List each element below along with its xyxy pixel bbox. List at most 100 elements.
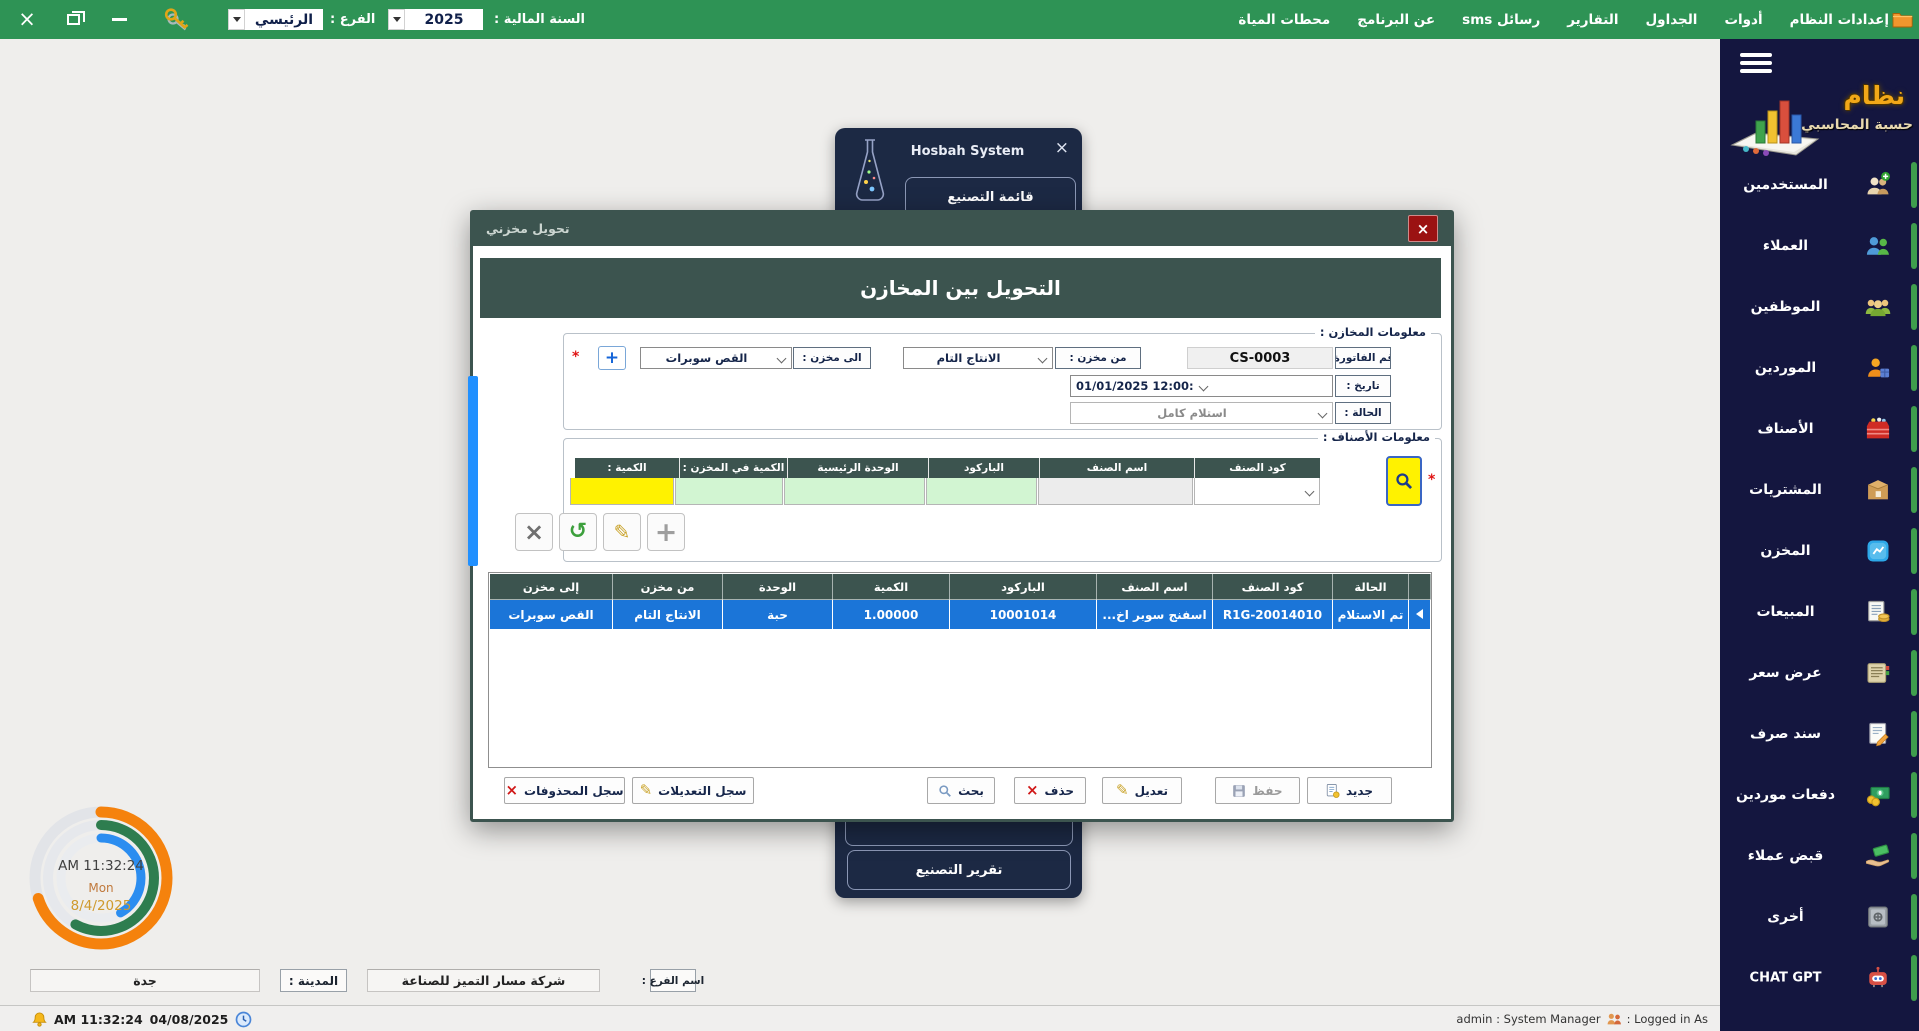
undo-entry-button[interactable]: ↺ [559,513,597,551]
sidebar-item-employees[interactable]: الموظفين [1720,279,1919,335]
item-code-combobox[interactable] [1194,478,1320,505]
sidebar-item-users[interactable]: المستخدمين [1720,157,1919,213]
hamburger-menu-icon[interactable] [1740,49,1772,77]
active-indicator [1911,406,1917,452]
flask-icon [845,134,895,212]
grid-header-barcode[interactable]: الباركود [950,574,1097,600]
date-picker[interactable]: 01/01/2025 12:00: [1070,375,1333,397]
chevron-down-icon [777,353,787,363]
new-document-icon [1326,783,1340,799]
main-menu: إعدادات النظام أدوات الجداول التقارير رس… [1238,0,1889,39]
fiscal-year-label: السنة المالية : [494,0,585,39]
add-entry-button[interactable]: + [647,513,685,551]
new-button[interactable]: جديد [1307,777,1392,804]
entry-header-barcode: الباركود [928,458,1039,478]
branch-input[interactable]: الرئيسي [245,9,323,30]
manufacturing-report-button[interactable]: تقرير التصنيع [847,850,1071,890]
sidebar-item-suppliers[interactable]: الموردين [1720,340,1919,396]
sidebar-item-warehouse[interactable]: المخزن [1720,523,1919,579]
entry-header-stock-qty: الكمية في المخزن : [679,458,787,478]
edits-log-button[interactable]: ✎ سجل التعديلات [632,777,754,804]
item-search-button[interactable] [1386,456,1422,506]
menu-item-reports[interactable]: التقارير [1567,12,1618,28]
chevron-down-icon [1198,381,1208,391]
window-close-button[interactable]: × [10,0,44,39]
year-dropdown-button[interactable] [388,9,405,30]
grid-header-to-warehouse[interactable]: إلى مخزن [490,574,613,600]
clock-icon [235,1011,252,1028]
clock-time: AM 11:32:24 [22,858,180,874]
menu-item-system-settings[interactable]: إعدادات النظام [1790,12,1889,28]
clock-date: 8/4/2025 [22,898,180,914]
sidebar-item-payment-voucher[interactable]: سند صرف [1720,706,1919,762]
barcode-field[interactable] [926,478,1037,505]
add-warehouse-button[interactable]: + [598,346,626,370]
sidebar-item-clients[interactable]: العملاء [1720,218,1919,274]
item-name-field [1038,478,1193,505]
clock-day: Mon [22,881,180,895]
grid-header-from-warehouse[interactable]: من مخزن [613,574,723,600]
state-select[interactable]: استلام كامل [1070,402,1333,424]
window-restore-button[interactable] [56,0,90,39]
window-minimize-button[interactable] [102,0,136,39]
fiscal-year-input[interactable]: 2025 [405,9,483,30]
hosbah-close-button[interactable]: × [1055,138,1069,158]
entry-header-qty: الكمية : [575,458,679,478]
dropdown-arrow-icon [233,17,241,22]
dialog-close-button[interactable]: × [1408,215,1438,242]
sidebar-item-purchases[interactable]: المشتريات [1720,462,1919,518]
menu-item-water-stations[interactable]: محطات المياة [1238,12,1330,28]
main-unit-field[interactable] [784,478,925,505]
grid-selected-row[interactable]: تم الاستلام R1G-20014010 اسفنج سوبر اخ..… [490,600,1431,630]
items-crate-icon [1864,415,1892,443]
search-button[interactable]: بحث [927,777,995,804]
row-selector-cell [1409,600,1431,630]
sidebar-item-supplier-payments[interactable]: دفعات موردين [1720,767,1919,823]
grid-header-item-name[interactable]: اسم الصنف [1097,574,1213,600]
grid-header-unit[interactable]: الوحدة [723,574,833,600]
menu-item-sms[interactable]: رسائل sms [1462,12,1540,28]
suppliers-icon [1864,354,1892,382]
menu-item-tables[interactable]: الجداول [1645,12,1697,28]
restore-icon [67,14,80,25]
branch-dropdown-button[interactable] [228,9,245,30]
chevron-down-icon [1305,486,1315,496]
deleted-log-button[interactable]: × سجل المحذوفات [504,777,625,804]
transfers-grid: الحالة كود الصنف اسم الصنف الباركود الكم… [488,572,1432,768]
minimize-icon [112,18,127,21]
sidebar-item-sales[interactable]: المبيعات [1720,584,1919,640]
entry-header-main-unit: الوحدة الرئيسية [787,458,928,478]
sidebar-item-chatgpt[interactable]: CHAT GPT [1720,950,1919,1006]
chevron-down-icon [1318,408,1328,418]
grid-header-qty[interactable]: الكمية [833,574,950,600]
invoice-number-value: CS-0003 [1187,347,1333,369]
from-warehouse-select[interactable]: الانتاج التام [903,347,1053,369]
edit-entry-button[interactable]: ✎ [603,513,641,551]
pencil-icon: ✎ [640,783,653,798]
hidden-button-partial[interactable] [845,822,1073,846]
to-warehouse-select[interactable]: القص سوبرات [640,347,792,369]
branch-name-label: اسم الفرع : [650,969,696,992]
sidebar-item-items[interactable]: الأصناف [1720,401,1919,457]
x-icon: × [524,520,544,544]
menu-item-about[interactable]: عن البرنامج [1357,12,1435,28]
qty-field[interactable] [570,478,674,505]
undo-icon: ↺ [569,521,587,543]
grid-header-item-code[interactable]: كود الصنف [1213,574,1333,600]
save-floppy-icon [1232,784,1246,798]
city-value: جدة [30,969,260,992]
entry-header-item-name: اسم الصنف [1039,458,1194,478]
logged-in-suffix: : Logged in As [1627,1012,1708,1026]
sidebar-item-other[interactable]: أخرى [1720,889,1919,945]
grid-header-state[interactable]: الحالة [1333,574,1409,600]
cancel-entry-button[interactable]: × [515,513,553,551]
sidebar-item-customer-receipts[interactable]: قبض عملاء [1720,828,1919,884]
delete-button[interactable]: × حذف [1014,777,1086,804]
sidebar-item-price-quote[interactable]: عرض سعر [1720,645,1919,701]
search-icon [938,784,952,798]
clock-widget: AM 11:32:24 Mon 8/4/2025 [22,799,180,957]
edit-button[interactable]: ✎ تعديل [1102,777,1182,804]
supplier-payments-icon [1864,781,1892,809]
save-button[interactable]: حفظ [1215,777,1300,804]
menu-item-tools[interactable]: أدوات [1724,12,1762,28]
